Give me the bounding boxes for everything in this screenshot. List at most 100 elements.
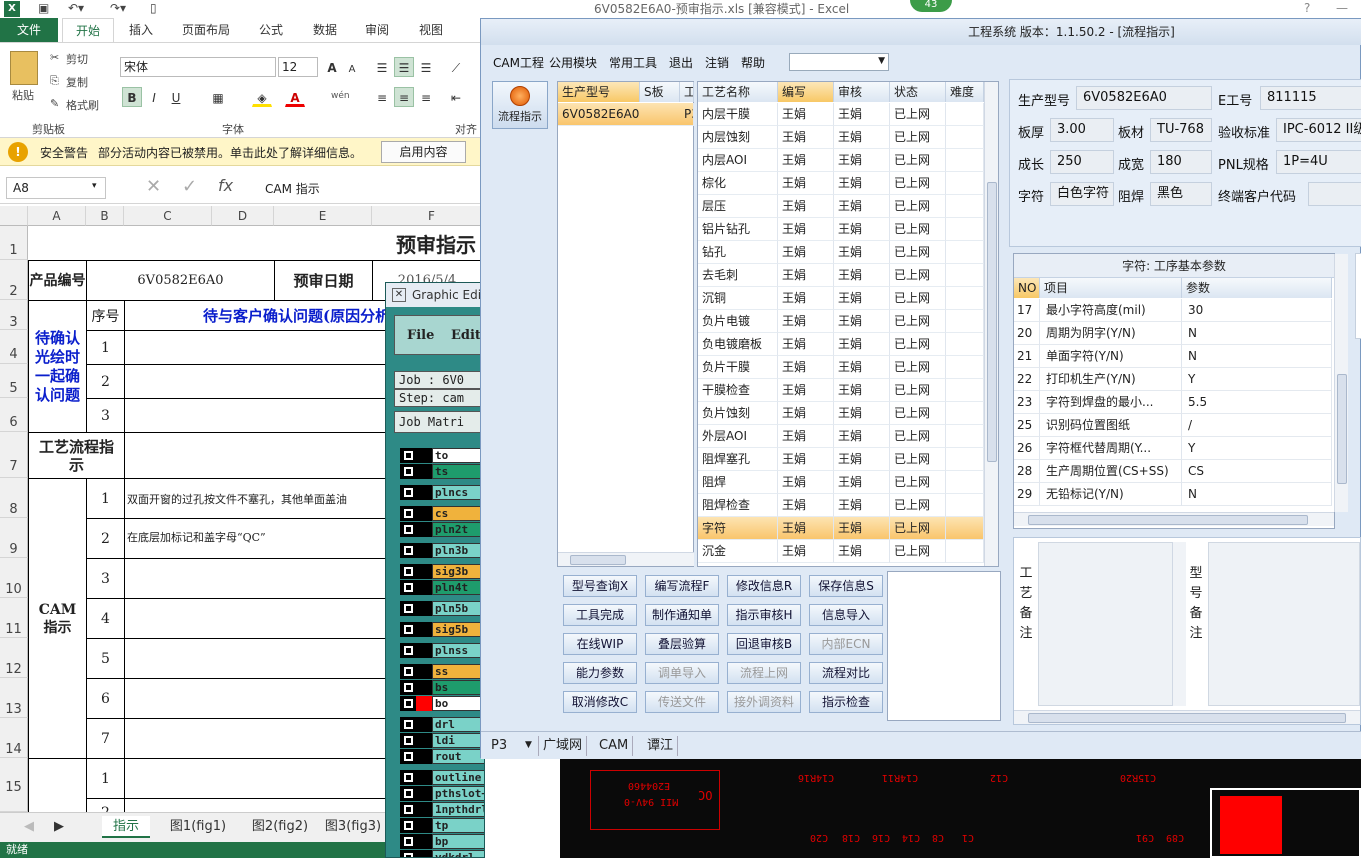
- process-cell[interactable]: [946, 310, 984, 333]
- cam-item-no[interactable]: 2: [86, 518, 125, 559]
- format-painter-icon[interactable]: ✎: [50, 97, 59, 110]
- action-button[interactable]: 修改信息R: [727, 575, 801, 597]
- ge-layer-row[interactable]: pln3b: [400, 543, 484, 558]
- layer-name[interactable]: 1npthdrl: [432, 802, 484, 817]
- font-name-select[interactable]: 宋体: [120, 57, 276, 77]
- notes-hscroll[interactable]: [1014, 710, 1360, 724]
- process-name-cell[interactable]: 干膜检查: [698, 379, 778, 402]
- section-cell[interactable]: [28, 758, 87, 812]
- pending-no[interactable]: 3: [86, 398, 125, 433]
- process-name-cell[interactable]: 沉金: [698, 540, 778, 563]
- cam-item-no[interactable]: 3: [86, 558, 125, 599]
- process-cell[interactable]: 王娟: [834, 287, 890, 310]
- process-cell[interactable]: 王娟: [834, 448, 890, 471]
- process-cell[interactable]: 王娟: [834, 356, 890, 379]
- pending-no[interactable]: 2: [86, 364, 125, 399]
- ge-layer-row[interactable]: bo: [400, 696, 484, 711]
- process-name-cell[interactable]: 外层AOI: [698, 425, 778, 448]
- process-cell[interactable]: 已上网: [890, 425, 946, 448]
- tab-data[interactable]: 数据: [302, 18, 348, 42]
- proc-col-header[interactable]: 工艺名称: [698, 82, 778, 102]
- cancel-formula-icon[interactable]: ✕: [146, 176, 161, 197]
- insert-function-icon[interactable]: fx: [218, 176, 233, 195]
- layer-name[interactable]: vdkdrl: [432, 850, 484, 857]
- tab-review[interactable]: 审阅: [354, 18, 400, 42]
- param-col-header[interactable]: 参数: [1182, 278, 1332, 298]
- next-sheet-icon[interactable]: ▶: [52, 816, 66, 838]
- process-cell[interactable]: 已上网: [890, 264, 946, 287]
- process-name-cell[interactable]: 负片蚀刻: [698, 402, 778, 425]
- process-name-cell[interactable]: 棕化: [698, 172, 778, 195]
- tab-formulas[interactable]: 公式: [248, 18, 294, 42]
- param-item-cell[interactable]: 周期为阴字(Y/N): [1040, 322, 1182, 345]
- process-cell[interactable]: [946, 333, 984, 356]
- confirm-formula-icon[interactable]: ✓: [182, 176, 197, 197]
- process-cell[interactable]: 已上网: [890, 126, 946, 149]
- ge-layer-row[interactable]: ts: [400, 464, 484, 479]
- process-cell[interactable]: 王娟: [834, 310, 890, 333]
- align-bottom-icon[interactable]: ☰: [416, 57, 436, 77]
- ge-layer-row[interactable]: tp: [400, 818, 484, 833]
- param-value-cell[interactable]: Y: [1182, 368, 1332, 391]
- process-name-cell[interactable]: 内层蚀刻: [698, 126, 778, 149]
- action-button[interactable]: 叠层验算: [645, 633, 719, 655]
- process-cell[interactable]: [946, 287, 984, 310]
- process-cell[interactable]: 已上网: [890, 103, 946, 126]
- process-cell[interactable]: 已上网: [890, 310, 946, 333]
- action-button[interactable]: 流程对比: [809, 662, 883, 684]
- format-painter-button[interactable]: 格式刷: [66, 97, 99, 113]
- pnl-field[interactable]: 1P=4U: [1276, 150, 1361, 174]
- process-vscroll[interactable]: [984, 82, 998, 566]
- grow-font-button[interactable]: A: [322, 57, 342, 77]
- process-label[interactable]: 工艺流程指示: [28, 432, 125, 479]
- mask-field[interactable]: 黑色: [1150, 182, 1212, 206]
- process-cell[interactable]: 已上网: [890, 195, 946, 218]
- layer-checkbox[interactable]: [400, 850, 416, 857]
- process-cell[interactable]: 王娟: [778, 149, 834, 172]
- model-col-header[interactable]: 生产型号: [558, 82, 640, 102]
- ge-layer-row[interactable]: to: [400, 448, 484, 463]
- process-cell[interactable]: 已上网: [890, 517, 946, 540]
- process-name-cell[interactable]: 去毛刺: [698, 264, 778, 287]
- process-cell[interactable]: 王娟: [778, 402, 834, 425]
- proc-col-header[interactable]: 状态: [890, 82, 946, 102]
- layer-name[interactable]: drl: [432, 717, 484, 732]
- layer-name[interactable]: bp: [432, 834, 484, 849]
- action-button[interactable]: 指示检查: [809, 691, 883, 713]
- process-cell[interactable]: 王娟: [778, 471, 834, 494]
- layer-checkbox[interactable]: [400, 543, 416, 558]
- process-cell[interactable]: 王娟: [778, 126, 834, 149]
- action-button[interactable]: 传送文件: [645, 691, 719, 713]
- orientation-icon[interactable]: ⟋: [446, 57, 466, 77]
- action-button[interactable]: 能力参数: [563, 662, 637, 684]
- row-header[interactable]: 12: [0, 638, 28, 678]
- param-value-cell[interactable]: N: [1182, 483, 1332, 506]
- param-item-cell[interactable]: 字符到焊盘的最小...: [1040, 391, 1182, 414]
- cam-item-no[interactable]: 6: [86, 678, 125, 719]
- name-box-dropdown-icon[interactable]: ▾: [92, 181, 97, 191]
- cam-item-no[interactable]: 7: [86, 718, 125, 759]
- layer-name[interactable]: to: [432, 448, 484, 463]
- param-item-cell[interactable]: 生产周期位置(CS+SS): [1040, 460, 1182, 483]
- process-cell[interactable]: 王娟: [778, 172, 834, 195]
- process-cell[interactable]: [946, 172, 984, 195]
- font-size-select[interactable]: 12: [278, 57, 318, 77]
- ge-layer-row[interactable]: rout: [400, 749, 484, 764]
- standard-field[interactable]: IPC-6012 II级: [1276, 118, 1361, 142]
- paste-label[interactable]: 粘贴: [12, 87, 34, 103]
- ge-menu-edit[interactable]: Edit: [451, 328, 481, 343]
- cam-label[interactable]: CAM指示: [28, 478, 87, 759]
- tab-view[interactable]: 视图: [408, 18, 454, 42]
- process-cell[interactable]: 王娟: [778, 103, 834, 126]
- process-cell[interactable]: 已上网: [890, 494, 946, 517]
- row-header[interactable]: 4: [0, 330, 28, 364]
- process-cell[interactable]: 已上网: [890, 149, 946, 172]
- layer-checkbox[interactable]: [400, 749, 416, 764]
- process-cell[interactable]: 王娟: [834, 333, 890, 356]
- param-item-cell[interactable]: 打印机生产(Y/N): [1040, 368, 1182, 391]
- process-cell[interactable]: 王娟: [778, 310, 834, 333]
- row-header[interactable]: 9: [0, 518, 28, 558]
- seq-label[interactable]: 序号: [86, 300, 125, 331]
- row-header[interactable]: 8: [0, 478, 28, 518]
- param-no-cell[interactable]: 29: [1014, 483, 1040, 506]
